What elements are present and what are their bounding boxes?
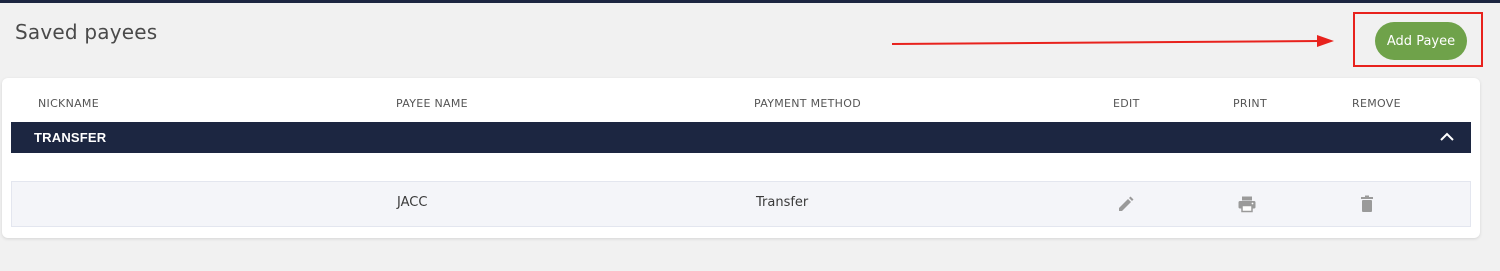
page-title: Saved payees	[15, 20, 158, 44]
add-payee-button[interactable]: Add Payee	[1375, 22, 1467, 60]
pencil-icon[interactable]	[1116, 194, 1136, 214]
column-header-remove: REMOVE	[1352, 97, 1401, 110]
column-header-nickname: NICKNAME	[38, 97, 99, 110]
payees-card: NICKNAME PAYEE NAME PAYMENT METHOD EDIT …	[2, 78, 1480, 238]
add-payee-highlight-box: Add Payee	[1353, 12, 1483, 67]
group-label: TRANSFER	[34, 130, 107, 145]
column-header-payment-method: PAYMENT METHOD	[754, 97, 861, 110]
cell-payee-name: JACC	[397, 195, 428, 210]
chevron-up-icon[interactable]	[1437, 128, 1457, 146]
column-header-print: PRINT	[1233, 97, 1267, 110]
column-header-edit: EDIT	[1113, 97, 1140, 110]
group-header-transfer[interactable]: TRANSFER	[11, 122, 1471, 153]
printer-icon[interactable]	[1237, 194, 1257, 214]
table-row: JACC Transfer	[11, 181, 1471, 227]
column-header-payee-name: PAYEE NAME	[396, 97, 468, 110]
trash-icon[interactable]	[1357, 194, 1377, 214]
top-strip	[0, 0, 1500, 3]
cell-payment-method: Transfer	[756, 195, 809, 210]
